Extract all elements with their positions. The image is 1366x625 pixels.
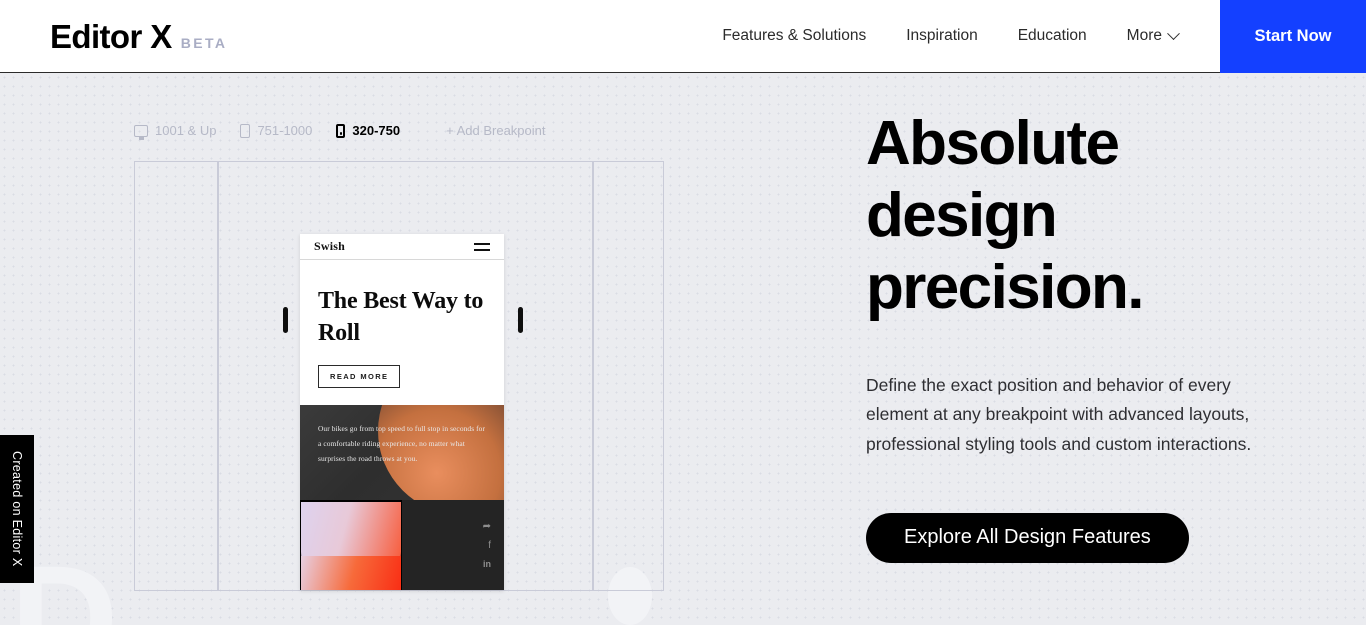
semicircle-shape-bottom [301,556,401,590]
canvas-guide-line-right [592,162,594,590]
breakpoint-label: 1001 & Up [155,123,217,138]
mockup-social-links: ➦ f in [402,500,504,590]
created-on-editor-x-badge[interactable]: Created on Editor X [0,435,34,583]
hero-content: Absolute design precision. Define the ex… [866,108,1316,563]
logo[interactable]: Editor X BETA [50,20,227,53]
breakpoint-label: 320-750 [352,123,401,138]
nav-item-label: Education [1017,27,1087,44]
nav-item-more[interactable]: More [1107,26,1198,45]
start-now-button[interactable]: Start Now [1220,0,1366,73]
nav-item-education[interactable]: Education [998,27,1107,45]
nav-item-label: More [1126,27,1162,44]
mockup-heading: The Best Way to Roll [318,288,484,346]
breakpoint-item-tablet[interactable]: 751-1000 [240,123,312,138]
hamburger-menu-icon[interactable] [474,242,490,251]
monitor-icon [134,124,148,140]
tablet-icon [240,123,251,138]
nav-item-features-solutions[interactable]: Features & Solutions [722,27,886,45]
canvas-guide-line-left [217,162,219,590]
site-header: Editor X BETA Features & Solutions Inspi… [0,0,1366,73]
nav-item-inspiration[interactable]: Inspiration [886,27,998,45]
twitter-icon[interactable]: ➦ [483,521,491,532]
resize-handle-right[interactable] [518,307,523,333]
breakpoint-item-desktop[interactable]: 1001 & Up [134,123,217,140]
mobile-preview[interactable]: Swish The Best Way to Roll READ MORE Our… [300,234,504,590]
facebook-icon[interactable]: f [488,540,491,551]
mockup-topbar: Swish [300,234,504,260]
chevron-down-icon [1167,26,1180,40]
mockup-footer: ➦ f in [300,500,504,590]
mockup-hero: The Best Way to Roll READ MORE [300,260,504,405]
logo-text: Editor X [50,17,172,55]
logo-beta-badge: BETA [180,34,228,51]
mockup-feature-section: Our bikes go from top speed to full stop… [300,405,504,500]
main-navigation: Features & Solutions Inspiration Educati… [722,0,1366,73]
created-badge-label: Created on Editor X [10,451,24,567]
nav-item-label: Features & Solutions [722,27,867,44]
phone-icon [336,123,346,138]
explore-design-features-button[interactable]: Explore All Design Features [866,512,1189,563]
breakpoint-label: 751-1000 [257,123,313,138]
nav-item-label: Inspiration [906,27,978,44]
mockup-read-more-button[interactable]: READ MORE [318,365,401,389]
add-breakpoint-button[interactable]: + Add Breakpoint [446,123,545,138]
hero-stage: D 1001 & Up 751-1000 320-750 + Add Break… [0,73,1366,625]
resize-handle-left[interactable] [283,307,288,333]
hero-description: Define the exact position and behavior o… [866,374,1252,454]
linkedin-icon[interactable]: in [483,559,491,569]
mockup-brand: Swish [314,239,346,253]
breakpoint-toolbar: 1001 & Up 751-1000 320-750 + Add Breakpo… [134,123,546,140]
page-title: Absolute design precision. [866,109,1144,322]
mockup-gradient-artwork [300,500,402,590]
breakpoint-item-mobile[interactable]: 320-750 [336,123,400,138]
mockup-body-text: Our bikes go from top speed to full stop… [318,424,486,464]
